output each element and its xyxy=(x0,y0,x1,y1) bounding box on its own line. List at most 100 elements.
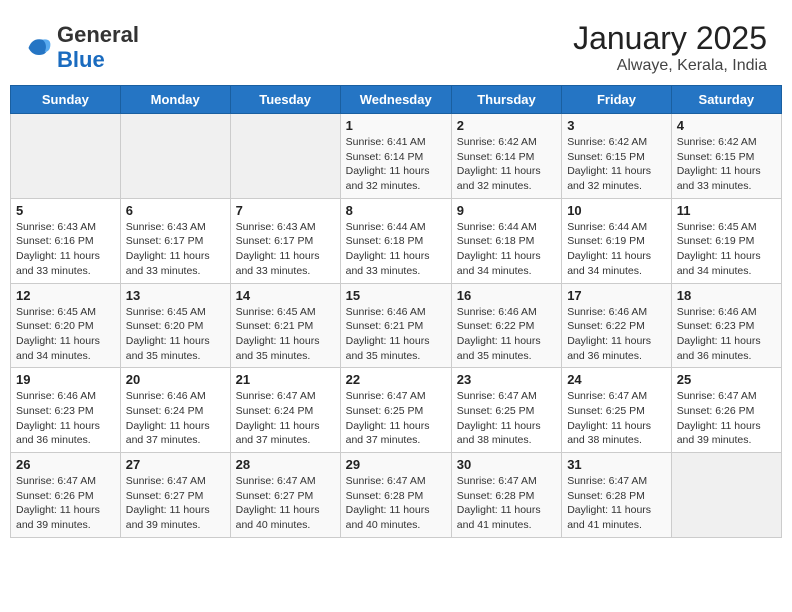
logo-general: General xyxy=(57,23,139,47)
day-of-week-header: Friday xyxy=(562,86,672,114)
day-number: 1 xyxy=(346,118,446,133)
calendar-day-cell: 7 Sunrise: 6:43 AM Sunset: 6:17 PM Daylig… xyxy=(230,198,340,283)
day-info: Sunrise: 6:47 AM Sunset: 6:28 PM Dayligh… xyxy=(346,474,446,533)
calendar-day-cell: 22Sunrise: 6:47 AM Sunset: 6:25 PM Dayli… xyxy=(340,368,451,453)
day-info: Sunrise: 6:43 AM Sunset: 6:17 PM Dayligh… xyxy=(126,220,225,279)
calendar-day-cell: 26 Sunrise: 6:47 AM Sunset: 6:26 PM Dayli… xyxy=(11,453,121,538)
calendar-day-cell: 20Sunrise: 6:46 AM Sunset: 6:24 PM Dayli… xyxy=(120,368,230,453)
calendar-day-cell: 16Sunrise: 6:46 AM Sunset: 6:22 PM Dayli… xyxy=(451,283,561,368)
day-number: 6 xyxy=(126,203,225,218)
day-number: 12 xyxy=(16,288,115,303)
day-info: Sunrise: 6:46 AM Sunset: 6:23 PM Dayligh… xyxy=(677,305,776,364)
calendar-day-cell: 8 Sunrise: 6:44 AM Sunset: 6:18 PM Daylig… xyxy=(340,198,451,283)
day-number: 25 xyxy=(677,372,776,387)
calendar-day-cell: 5Sunrise: 6:43 AM Sunset: 6:16 PM Daylig… xyxy=(11,198,121,283)
day-info: Sunrise: 6:47 AM Sunset: 6:28 PM Dayligh… xyxy=(567,474,666,533)
calendar-week-row: 26 Sunrise: 6:47 AM Sunset: 6:26 PM Dayli… xyxy=(11,453,782,538)
day-number: 18 xyxy=(677,288,776,303)
day-info: Sunrise: 6:46 AM Sunset: 6:24 PM Dayligh… xyxy=(126,389,225,448)
calendar-header-row: SundayMondayTuesdayWednesdayThursdayFrid… xyxy=(11,86,782,114)
calendar-day-cell: 10Sunrise: 6:44 AM Sunset: 6:19 PM Dayli… xyxy=(562,198,672,283)
day-number: 23 xyxy=(457,372,556,387)
day-info: Sunrise: 6:45 AM Sunset: 6:20 PM Dayligh… xyxy=(126,305,225,364)
day-number: 4 xyxy=(677,118,776,133)
day-info: Sunrise: 6:46 AM Sunset: 6:23 PM Dayligh… xyxy=(16,389,115,448)
day-number: 21 xyxy=(236,372,335,387)
day-info: Sunrise: 6:45 AM Sunset: 6:19 PM Dayligh… xyxy=(677,220,776,279)
day-info: Sunrise: 6:45 AM Sunset: 6:21 PM Dayligh… xyxy=(236,305,335,364)
day-number: 7 xyxy=(236,203,335,218)
day-info: Sunrise: 6:47 AM Sunset: 6:26 PM Dayligh… xyxy=(16,474,115,533)
day-of-week-header: Saturday xyxy=(671,86,781,114)
day-of-week-header: Tuesday xyxy=(230,86,340,114)
calendar-day-cell: 1 Sunrise: 6:41 AM Sunset: 6:14 PM Daylig… xyxy=(340,114,451,199)
day-info: Sunrise: 6:41 AM Sunset: 6:14 PM Dayligh… xyxy=(346,135,446,194)
day-number: 9 xyxy=(457,203,556,218)
calendar-table: SundayMondayTuesdayWednesdayThursdayFrid… xyxy=(10,85,782,538)
day-of-week-header: Thursday xyxy=(451,86,561,114)
day-info: Sunrise: 6:47 AM Sunset: 6:25 PM Dayligh… xyxy=(346,389,446,448)
calendar-day-cell: 14 Sunrise: 6:45 AM Sunset: 6:21 PM Dayli… xyxy=(230,283,340,368)
calendar-title: January 2025 xyxy=(573,20,767,57)
calendar-day-cell xyxy=(120,114,230,199)
calendar-day-cell: 3 Sunrise: 6:42 AM Sunset: 6:15 PM Daylig… xyxy=(562,114,672,199)
day-info: Sunrise: 6:47 AM Sunset: 6:25 PM Dayligh… xyxy=(567,389,666,448)
logo-icon xyxy=(25,34,53,62)
logo-blue: Blue xyxy=(57,48,139,72)
day-number: 14 xyxy=(236,288,335,303)
day-info: Sunrise: 6:47 AM Sunset: 6:27 PM Dayligh… xyxy=(126,474,225,533)
day-info: Sunrise: 6:47 AM Sunset: 6:24 PM Dayligh… xyxy=(236,389,335,448)
calendar-day-cell: 15 Sunrise: 6:46 AM Sunset: 6:21 PM Dayli… xyxy=(340,283,451,368)
calendar-day-cell: 12Sunrise: 6:45 AM Sunset: 6:20 PM Dayli… xyxy=(11,283,121,368)
calendar-day-cell: 17Sunrise: 6:46 AM Sunset: 6:22 PM Dayli… xyxy=(562,283,672,368)
calendar-day-cell: 29 Sunrise: 6:47 AM Sunset: 6:28 PM Dayli… xyxy=(340,453,451,538)
day-info: Sunrise: 6:43 AM Sunset: 6:17 PM Dayligh… xyxy=(236,220,335,279)
day-of-week-header: Monday xyxy=(120,86,230,114)
calendar-day-cell: 30Sunrise: 6:47 AM Sunset: 6:28 PM Dayli… xyxy=(451,453,561,538)
calendar-day-cell: 28 Sunrise: 6:47 AM Sunset: 6:27 PM Dayli… xyxy=(230,453,340,538)
day-number: 17 xyxy=(567,288,666,303)
calendar-day-cell: 11Sunrise: 6:45 AM Sunset: 6:19 PM Dayli… xyxy=(671,198,781,283)
day-number: 8 xyxy=(346,203,446,218)
calendar-day-cell: 25Sunrise: 6:47 AM Sunset: 6:26 PM Dayli… xyxy=(671,368,781,453)
day-of-week-header: Wednesday xyxy=(340,86,451,114)
calendar-day-cell: 13Sunrise: 6:45 AM Sunset: 6:20 PM Dayli… xyxy=(120,283,230,368)
day-of-week-header: Sunday xyxy=(11,86,121,114)
day-info: Sunrise: 6:42 AM Sunset: 6:14 PM Dayligh… xyxy=(457,135,556,194)
logo: General Blue xyxy=(25,23,139,71)
day-number: 15 xyxy=(346,288,446,303)
calendar-day-cell: 21 Sunrise: 6:47 AM Sunset: 6:24 PM Dayli… xyxy=(230,368,340,453)
calendar-day-cell: 24 Sunrise: 6:47 AM Sunset: 6:25 PM Dayli… xyxy=(562,368,672,453)
calendar-week-row: 1 Sunrise: 6:41 AM Sunset: 6:14 PM Daylig… xyxy=(11,114,782,199)
title-block: January 2025 Alwaye, Kerala, India xyxy=(573,20,767,75)
day-info: Sunrise: 6:42 AM Sunset: 6:15 PM Dayligh… xyxy=(567,135,666,194)
day-info: Sunrise: 6:46 AM Sunset: 6:22 PM Dayligh… xyxy=(457,305,556,364)
calendar-day-cell: 4Sunrise: 6:42 AM Sunset: 6:15 PM Daylig… xyxy=(671,114,781,199)
calendar-week-row: 5Sunrise: 6:43 AM Sunset: 6:16 PM Daylig… xyxy=(11,198,782,283)
calendar-day-cell: 19 Sunrise: 6:46 AM Sunset: 6:23 PM Dayli… xyxy=(11,368,121,453)
day-number: 26 xyxy=(16,457,115,472)
calendar-day-cell xyxy=(11,114,121,199)
calendar-day-cell: 18 Sunrise: 6:46 AM Sunset: 6:23 PM Dayli… xyxy=(671,283,781,368)
day-info: Sunrise: 6:47 AM Sunset: 6:28 PM Dayligh… xyxy=(457,474,556,533)
logo-text: General Blue xyxy=(57,23,139,71)
day-number: 3 xyxy=(567,118,666,133)
day-number: 24 xyxy=(567,372,666,387)
day-number: 29 xyxy=(346,457,446,472)
calendar-day-cell: 27 Sunrise: 6:47 AM Sunset: 6:27 PM Dayli… xyxy=(120,453,230,538)
page-header: General Blue January 2025 Alwaye, Kerala… xyxy=(10,10,782,80)
day-number: 28 xyxy=(236,457,335,472)
day-info: Sunrise: 6:47 AM Sunset: 6:27 PM Dayligh… xyxy=(236,474,335,533)
day-info: Sunrise: 6:44 AM Sunset: 6:18 PM Dayligh… xyxy=(346,220,446,279)
day-info: Sunrise: 6:46 AM Sunset: 6:21 PM Dayligh… xyxy=(346,305,446,364)
calendar-day-cell xyxy=(230,114,340,199)
day-number: 31 xyxy=(567,457,666,472)
day-number: 27 xyxy=(126,457,225,472)
calendar-day-cell: 23 Sunrise: 6:47 AM Sunset: 6:25 PM Dayli… xyxy=(451,368,561,453)
day-info: Sunrise: 6:47 AM Sunset: 6:25 PM Dayligh… xyxy=(457,389,556,448)
calendar-day-cell: 31 Sunrise: 6:47 AM Sunset: 6:28 PM Dayli… xyxy=(562,453,672,538)
calendar-day-cell: 9 Sunrise: 6:44 AM Sunset: 6:18 PM Daylig… xyxy=(451,198,561,283)
day-info: Sunrise: 6:44 AM Sunset: 6:18 PM Dayligh… xyxy=(457,220,556,279)
day-number: 19 xyxy=(16,372,115,387)
day-info: Sunrise: 6:43 AM Sunset: 6:16 PM Dayligh… xyxy=(16,220,115,279)
